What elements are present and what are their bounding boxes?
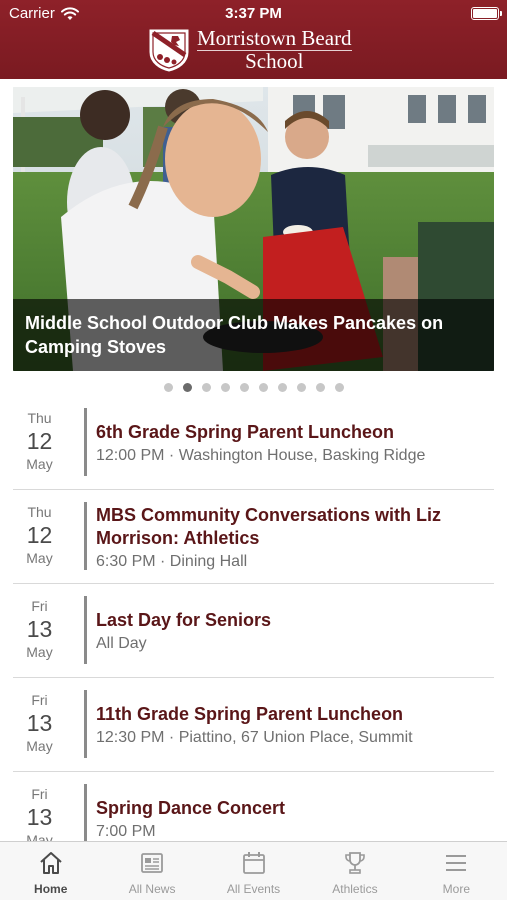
event-month: May (26, 644, 53, 660)
event-day: 12 (26, 428, 53, 454)
event-details: 12:30 PM · Piattino, 67 Union Place, Sum… (96, 729, 413, 746)
page-dot[interactable] (201, 383, 211, 392)
event-weekday: Fri (31, 786, 48, 802)
school-name-line2: School (245, 49, 304, 73)
event-date: Thu 12 May (13, 410, 66, 473)
event-row[interactable]: Thu 12 May 6th Grade Spring Parent Lunch… (13, 396, 494, 490)
event-date: Thu 12 May (13, 504, 66, 567)
event-weekday: Fri (31, 692, 48, 708)
tab-label: All Events (226, 882, 281, 896)
event-day: 13 (26, 710, 53, 736)
event-date: Fri 13 May (13, 598, 66, 661)
event-divider (84, 408, 87, 476)
event-divider (84, 596, 87, 664)
event-date: Fri 13 May (13, 786, 66, 849)
status-bar: Carrier 3:37 PM (0, 0, 507, 28)
event-weekday: Thu (27, 410, 52, 426)
event-day: 13 (26, 804, 53, 830)
event-title: Spring Dance Concert (96, 798, 286, 818)
status-time: 3:37 PM (225, 5, 282, 22)
event-month: May (26, 550, 53, 566)
page-dot[interactable] (258, 383, 268, 392)
event-info: MBS Community Conversations with Liz Mor… (96, 504, 494, 572)
carousel-caption: Middle School Outdoor Club Makes Pancake… (13, 299, 494, 371)
event-info: 6th Grade Spring Parent Luncheon 12:00 P… (96, 421, 494, 466)
event-divider (84, 690, 87, 758)
event-day: 13 (26, 616, 53, 642)
school-logo: Morristown Beard School (148, 28, 352, 72)
page-dot[interactable] (163, 383, 173, 392)
menu-icon (443, 850, 469, 882)
battery-icon (471, 7, 502, 20)
event-details: 12:00 PM · Washington House, Basking Rid… (96, 447, 426, 464)
tab-label: All News (128, 882, 176, 896)
school-name-line1: Morristown Beard (197, 26, 352, 51)
tab-bar: Home All News All Events Athletics More (0, 841, 507, 900)
page-dot[interactable] (315, 383, 325, 392)
tab-more[interactable]: More (406, 842, 507, 900)
event-info: Last Day for Seniors All Day (96, 609, 494, 654)
home-icon (38, 850, 64, 882)
tab-home[interactable]: Home (0, 842, 101, 900)
event-info: 11th Grade Spring Parent Luncheon 12:30 … (96, 703, 494, 748)
event-date: Fri 13 May (13, 692, 66, 755)
event-details: 7:00 PM (96, 823, 156, 840)
event-weekday: Thu (27, 504, 52, 520)
news-icon (139, 850, 165, 882)
event-title: 6th Grade Spring Parent Luncheon (96, 422, 395, 442)
calendar-icon (241, 850, 267, 882)
crest-icon (149, 29, 189, 72)
tab-label: Home (34, 882, 68, 896)
event-details: 6:30 PM · Dining Hall (96, 553, 248, 570)
tab-athletics[interactable]: Athletics (304, 842, 405, 900)
news-carousel-slide[interactable]: Middle School Outdoor Club Makes Pancake… (13, 87, 494, 371)
app-header: Carrier 3:37 PM Morristown Beard School (0, 0, 507, 79)
trophy-icon (342, 850, 368, 882)
event-month: May (26, 456, 53, 472)
tab-all-news[interactable]: All News (101, 842, 202, 900)
event-weekday: Fri (31, 598, 48, 614)
school-name: Morristown Beard School (197, 28, 352, 72)
event-row[interactable]: Fri 13 May 11th Grade Spring Parent Lunc… (13, 678, 494, 772)
event-row[interactable]: Fri 13 May Last Day for Seniors All Day (13, 584, 494, 678)
tab-label: Athletics (332, 882, 378, 896)
event-title: MBS Community Conversations with Liz Mor… (96, 505, 442, 548)
page-dot[interactable] (334, 383, 344, 392)
event-month: May (26, 738, 53, 754)
page-dot[interactable] (296, 383, 306, 392)
event-details: All Day (96, 635, 147, 652)
tab-label: More (442, 882, 470, 896)
carousel-page-indicator[interactable] (0, 383, 507, 392)
page-dot[interactable] (277, 383, 287, 392)
tab-all-events[interactable]: All Events (203, 842, 304, 900)
event-day: 12 (26, 522, 53, 548)
page-dot[interactable] (239, 383, 249, 392)
page-dot[interactable] (220, 383, 230, 392)
event-title: 11th Grade Spring Parent Luncheon (96, 704, 404, 724)
event-row[interactable]: Thu 12 May MBS Community Conversations w… (13, 490, 494, 584)
events-list: Thu 12 May 6th Grade Spring Parent Lunch… (13, 396, 494, 866)
event-divider (84, 502, 87, 570)
event-title: Last Day for Seniors (96, 610, 272, 630)
page-dot[interactable] (182, 383, 192, 392)
event-info: Spring Dance Concert 7:00 PM (96, 797, 494, 842)
